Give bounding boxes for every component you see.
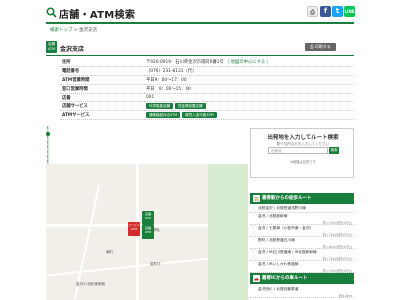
service-tag: 硬貨入金可能ATM bbox=[182, 112, 217, 119]
branch-atm-pin[interactable]: 店舗 ATM bbox=[142, 225, 154, 239]
driving-route-title: 最寄ICからの車ルート bbox=[262, 276, 308, 281]
info-key: ATMサービス bbox=[60, 110, 144, 121]
table-row: 窓口営業時間 平日 9：00～15：00 bbox=[60, 84, 354, 94]
print-button[interactable]: ⎙ 印刷する bbox=[305, 43, 336, 51]
table-row: 住所 〒920-0919 石川県金沢市南町6番1号 ［ 地図の中心にする ］ bbox=[60, 58, 354, 68]
station-name: 金沢 / IR石川鉄道線 / IR北陸新幹線 bbox=[258, 250, 317, 254]
atm-pin[interactable]: 店舗 ATM bbox=[142, 211, 154, 225]
page-title: 金沢支店 bbox=[60, 46, 85, 53]
train-icon: 🚃 bbox=[253, 195, 260, 202]
header-divider bbox=[46, 22, 354, 24]
list-item[interactable]: 金沢西IC / 北陸自動車道 約6.4km bbox=[250, 286, 354, 298]
station-name: 金沢 / 北陸新幹線 bbox=[258, 214, 288, 218]
center-map-link[interactable]: ［ 地図の中心にする ］ bbox=[225, 60, 271, 65]
driving-route-header: 🚗 最寄ICからの車ルート bbox=[250, 273, 354, 284]
branch-number-value: 001 bbox=[144, 93, 354, 103]
route-search-button[interactable]: 検索 bbox=[329, 147, 339, 154]
title-divider bbox=[46, 55, 354, 56]
info-key: 窓口営業時間 bbox=[60, 84, 144, 94]
info-key: 店舗サービス bbox=[60, 101, 144, 112]
info-key: 店番 bbox=[60, 93, 144, 103]
atm-hours-value: 平日9：00～17：00 bbox=[144, 75, 354, 85]
info-key: 電話番号 bbox=[60, 66, 144, 77]
list-item[interactable]: 金沢 / 七尾線（小松市東・金沢） 約1.7km(徒歩22分) bbox=[250, 225, 354, 237]
search-icon bbox=[46, 7, 57, 18]
info-key: 住所 bbox=[60, 58, 144, 68]
route-search-panel: 出発地を入力してルート検索 駅や住所などを入力してください 出発地 検索 ※経路… bbox=[250, 128, 354, 178]
zoom-handle-top[interactable] bbox=[46, 132, 50, 136]
line-icon[interactable]: LINE bbox=[344, 6, 355, 17]
map-label: 金沢21世紀美術館 bbox=[76, 282, 105, 286]
breadcrumb-current: 金沢支店 bbox=[79, 28, 98, 33]
service-tag: 通帳繰越対応ATM bbox=[146, 112, 181, 119]
branch-info-table: 住所 〒920-0919 石川県金沢市南町6番1号 ［ 地図の中心にする ］ 電… bbox=[60, 58, 354, 121]
car-icon: 🚗 bbox=[253, 275, 260, 282]
print-button-label: 印刷する bbox=[314, 44, 331, 49]
atm-services: 通帳繰越対応ATM 硬貨入金可能ATM bbox=[144, 110, 354, 121]
station-name: 金沢 / IRいしかわ鉄道線 bbox=[258, 262, 299, 266]
page-header-title: 店舗・ATM検索 bbox=[59, 10, 136, 21]
service-tag: 貸金庫設置店舗 bbox=[175, 103, 206, 110]
origin-input[interactable]: 出発地 bbox=[268, 147, 328, 154]
ic-distance: 約6.4km bbox=[338, 294, 352, 298]
walking-route-header: 🚃 最寄駅からの徒歩ルート bbox=[250, 193, 354, 204]
list-item[interactable]: 金沢 / IR石川鉄道線 / IR北陸新幹線 約1.7km(徒歩22分) bbox=[250, 249, 354, 261]
route-note: ※経路は目安です bbox=[290, 160, 316, 164]
ic-name: 金沢西IC / 北陸自動車道 bbox=[258, 287, 299, 291]
header: 店舗・ATM検索 ⎙ f t LINE bbox=[0, 0, 400, 26]
table-row: 店舗サービス 外貨取扱店舗 貸金庫設置店舗 bbox=[60, 101, 354, 112]
list-item[interactable]: 野町 / 北陸鉄道石川線 約1.8km(徒歩23分) bbox=[250, 237, 354, 249]
breadcrumb: 検索トップ > 金沢支店 bbox=[50, 27, 97, 33]
twitter-icon[interactable]: t bbox=[332, 6, 343, 17]
phone-value: （076）231-8131（代） bbox=[144, 66, 354, 77]
info-value: 〒920-0919 石川県金沢市南町6番1号 ［ 地図の中心にする ］ bbox=[144, 58, 354, 68]
counter-hours-value: 平日 9：00～15：00 bbox=[144, 84, 354, 94]
convenience-atm-pin[interactable]: コンビニ ATM bbox=[128, 222, 140, 236]
list-item[interactable]: 金沢 / 北陸新幹線 約1.7km(徒歩22分) bbox=[250, 213, 354, 225]
map-label: 南町 bbox=[106, 250, 113, 254]
address-text: 〒920-0919 石川県金沢市南町6番1号 bbox=[146, 60, 224, 66]
list-item[interactable]: 北鉄金沢 / 北陸鉄道浅野川線 bbox=[250, 205, 354, 213]
facebook-icon[interactable]: f bbox=[320, 6, 331, 17]
station-name: 野町 / 北陸鉄道石川線 bbox=[258, 238, 295, 242]
table-row: 電話番号 （076）231-8131（代） bbox=[60, 66, 354, 77]
list-item[interactable]: 金沢 / IRいしかわ鉄道線 約1.7km(徒歩22分) bbox=[250, 261, 354, 273]
walking-route-title: 最寄駅からの徒歩ルート bbox=[262, 196, 312, 201]
table-row: ATM営業時間 平日9：00～17：00 bbox=[60, 75, 354, 85]
table-row: ATMサービス 通帳繰越対応ATM 硬貨入金可能ATM bbox=[60, 110, 354, 121]
service-tag: 外貨取扱店舗 bbox=[146, 103, 173, 110]
breadcrumb-top-link[interactable]: 検索トップ bbox=[50, 28, 73, 33]
map-park-area bbox=[208, 164, 248, 300]
info-key: ATM営業時間 bbox=[60, 75, 144, 85]
store-services: 外貨取扱店舗 貸金庫設置店舗 bbox=[144, 101, 354, 112]
table-row: 店番 001 bbox=[60, 93, 354, 103]
route-search-title: 出発地を入力してルート検索 bbox=[267, 135, 339, 141]
station-name: 北鉄金沢 / 北陸鉄道浅野川線 bbox=[258, 206, 306, 210]
branch-type-badge: 店舗 ATM bbox=[46, 41, 57, 53]
print-icon[interactable]: ⎙ bbox=[307, 6, 318, 17]
station-name: 金沢 / 七尾線（小松市東・金沢） bbox=[258, 226, 314, 230]
map-label: 香林坊 bbox=[150, 262, 161, 266]
